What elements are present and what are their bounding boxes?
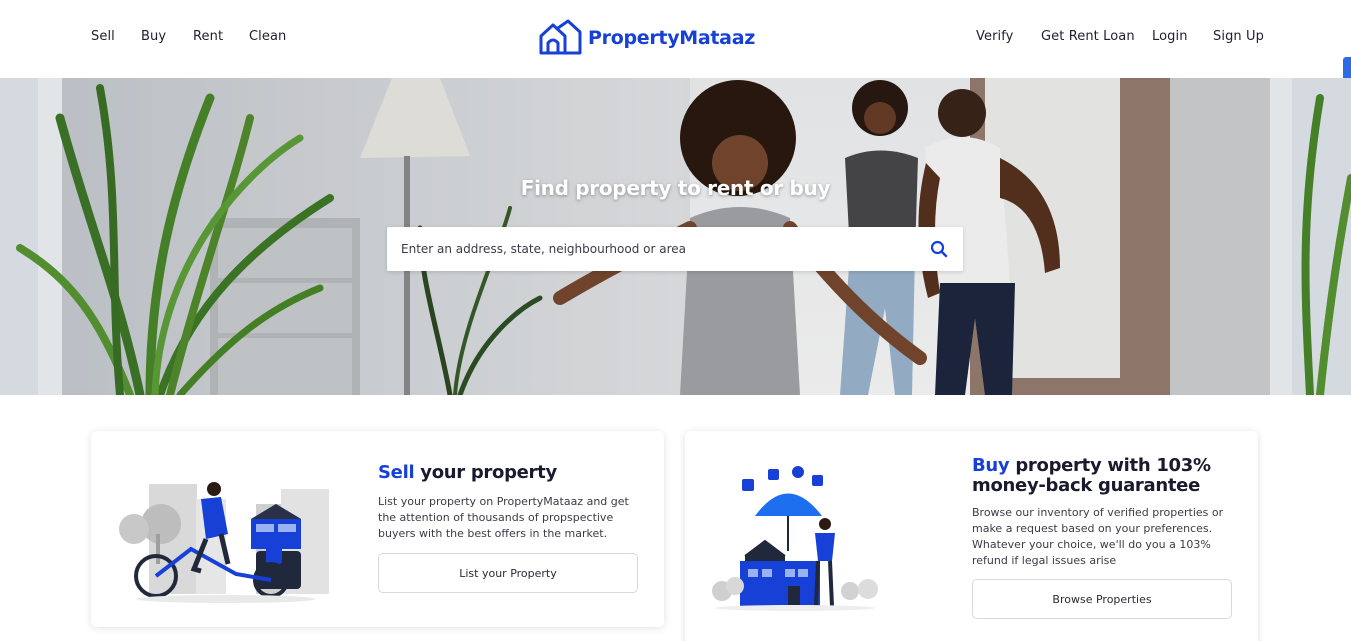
buy-property-card: Buy property with 103% money-back guaran… [685,431,1258,641]
nav-link-sign-up[interactable]: Sign Up [1213,29,1264,44]
nav-link-verify[interactable]: Verify [976,29,1013,44]
hero-title: Find property to rent or buy [520,176,831,200]
browse-properties-button[interactable]: Browse Properties [972,579,1232,619]
buy-card-title: Buy property with 103% money-back guaran… [972,456,1222,496]
logo-text: PropertyMataaz [588,27,755,49]
nav-link-get-rent-loan[interactable]: Get Rent Loan [1041,29,1135,44]
buy-card-description: Browse our inventory of verified propert… [972,506,1224,567]
nav-link-login[interactable]: Login [1152,29,1188,44]
search-input[interactable] [387,227,915,271]
buy-umbrella-illustration [712,466,878,611]
search-icon [930,240,948,258]
sell-title-rest: your property [414,462,557,483]
sell-cyclist-illustration [119,482,329,603]
sell-title-accent: Sell [378,462,415,483]
top-navigation: Sell Buy Rent Clean PropertyMataaz Verif… [0,0,1351,78]
sell-card-description: List your property on PropertyMataaz and… [378,495,629,540]
sell-card-title: Sell your property [378,463,557,483]
house-outline-icon [539,19,582,55]
hero-banner: Find property to rent or buy [0,78,1351,395]
nav-link-sell[interactable]: Sell [91,29,115,44]
sell-property-card: Sell your property List your property on… [91,431,664,627]
search-button[interactable] [915,227,963,271]
nav-link-clean[interactable]: Clean [249,29,286,44]
buy-title-accent: Buy [972,455,1010,476]
nav-link-buy[interactable]: Buy [141,29,166,44]
list-your-property-button[interactable]: List your Property [378,553,638,593]
brand-logo[interactable]: PropertyMataaz [538,19,755,57]
search-bar [387,227,963,271]
nav-link-rent[interactable]: Rent [193,29,223,44]
